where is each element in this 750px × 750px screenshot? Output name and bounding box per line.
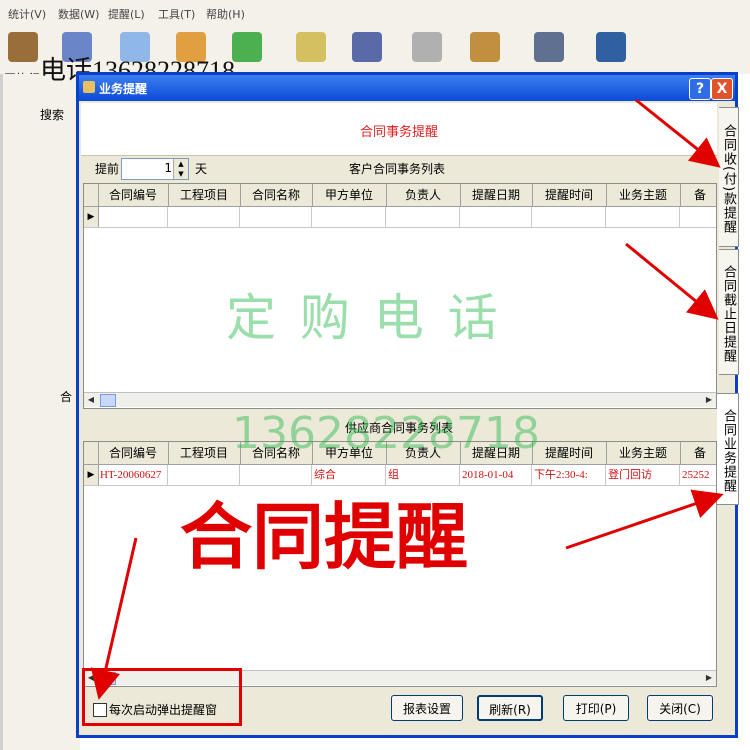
menu-item-remind[interactable]: 提醒(L): [108, 6, 145, 22]
col-header[interactable]: 业务主题: [606, 184, 681, 206]
col-header[interactable]: 负责人: [386, 184, 461, 206]
header-area: 合同事务提醒: [81, 103, 717, 156]
table-cell[interactable]: [312, 207, 386, 227]
watermark-phone: 13628228718: [232, 408, 540, 459]
print-button[interactable]: 打印(P): [563, 695, 629, 721]
bg-label-search: 搜索: [40, 108, 65, 122]
annotation-highlight-box: [82, 668, 242, 726]
tab-business-reminder[interactable]: 合同业务提醒: [717, 393, 739, 505]
settings-icon[interactable]: [470, 32, 500, 62]
col-header[interactable]: 合同名称: [240, 184, 313, 206]
bg-label-contract: 合: [60, 390, 73, 404]
menu-item-data[interactable]: 数据(W): [58, 6, 99, 22]
menu-item-tools[interactable]: 工具(T): [158, 6, 195, 22]
user-icon[interactable]: [8, 32, 38, 62]
remind-date-cell[interactable]: 2018-01-04: [460, 465, 532, 485]
table-cell[interactable]: [386, 207, 460, 227]
report-settings-button[interactable]: 报表设置: [391, 695, 463, 721]
customer-grid-header: 合同编号 工程项目 合同名称 甲方单位 负责人 提醒日期 提醒时间 业务主题 备: [84, 184, 716, 207]
table-cell[interactable]: [532, 207, 606, 227]
dialog-app-icon: [83, 81, 95, 93]
business-reminder-dialog: 业务提醒 ? X 合同事务提醒 提前 1 ▲ ▼ 天 客户合同事务列表 合同编号 …: [76, 72, 739, 738]
refresh-button[interactable]: 刷新(R): [477, 695, 543, 721]
scroll-thumb[interactable]: [100, 394, 116, 407]
help-button[interactable]: ?: [689, 78, 711, 100]
stepper-arrows-icon[interactable]: ▲ ▼: [173, 159, 188, 179]
edit-icon[interactable]: [412, 32, 442, 62]
menu-bar: 统计(V) 数据(W) 提醒(L) 工具(T) 帮助(H): [0, 0, 750, 27]
app-left-border: [0, 74, 3, 750]
remind-time-cell[interactable]: 下午2:30-4:: [532, 465, 606, 485]
app-sidebar: [0, 74, 80, 750]
menu-item-stats[interactable]: 统计(V): [8, 6, 46, 22]
customer-section-title: 客户合同事务列表: [349, 162, 446, 176]
col-header[interactable]: 合同编号: [98, 442, 169, 464]
col-header[interactable]: 提醒时间: [532, 184, 607, 206]
contract-number-cell[interactable]: HT-20060627: [98, 465, 168, 485]
close-button[interactable]: 关闭(C): [647, 695, 713, 721]
notes-icon[interactable]: [296, 32, 326, 62]
scroll-left-icon[interactable]: ◀: [84, 393, 98, 407]
table-row[interactable]: ▶: [84, 207, 716, 228]
col-header[interactable]: 业务主题: [606, 442, 681, 464]
header-corner: [84, 442, 99, 464]
col-header[interactable]: 备: [680, 184, 716, 206]
subject-cell[interactable]: 登门回访: [606, 465, 680, 485]
days-stepper[interactable]: 1 ▲ ▼: [121, 158, 189, 180]
tab-deadline-reminder[interactable]: 合同截止日提醒: [719, 249, 739, 375]
col-header[interactable]: 提醒时间: [532, 442, 607, 464]
customer-hscrollbar[interactable]: ◀ ▶: [84, 392, 716, 407]
exit-icon[interactable]: [596, 32, 626, 62]
close-window-button[interactable]: X: [711, 78, 733, 100]
note-cell[interactable]: 25252: [680, 465, 716, 485]
col-header[interactable]: 合同编号: [98, 184, 169, 206]
dialog-title: 业务提醒: [99, 82, 148, 96]
days-value[interactable]: 1: [164, 161, 172, 175]
main-title: 合同事务提醒: [359, 125, 438, 140]
menu-item-help[interactable]: 帮助(H): [206, 6, 245, 22]
table-cell[interactable]: [460, 207, 532, 227]
col-header[interactable]: 甲方单位: [312, 184, 387, 206]
col-header[interactable]: 提醒日期: [460, 184, 533, 206]
table-cell[interactable]: [98, 207, 168, 227]
days-row: 提前 1 ▲ ▼ 天 客户合同事务列表: [81, 155, 717, 181]
scroll-right-icon[interactable]: ▶: [702, 393, 716, 407]
row-pointer-icon: ▶: [84, 465, 99, 485]
header-corner: [84, 184, 99, 206]
scroll-right-icon[interactable]: ▶: [702, 671, 716, 685]
table-cell[interactable]: [168, 207, 240, 227]
watermark-order-text: 定 购 电 话: [226, 289, 502, 347]
table-cell[interactable]: [606, 207, 680, 227]
row-pointer-icon: ▶: [84, 207, 99, 227]
dialog-titlebar[interactable]: 业务提醒 ? X: [79, 75, 735, 101]
col-header[interactable]: 工程项目: [168, 442, 241, 464]
tab-payment-reminder[interactable]: 合同收(付)款提醒: [719, 107, 739, 247]
table-icon[interactable]: [232, 32, 262, 62]
col-header[interactable]: 备: [680, 442, 716, 464]
days-prefix-label: 提前: [95, 162, 120, 176]
col-header[interactable]: 工程项目: [168, 184, 241, 206]
document-icon[interactable]: [534, 32, 564, 62]
table-cell[interactable]: [240, 207, 312, 227]
calendar-icon[interactable]: [352, 32, 382, 62]
annotation-big-text: 合同提醒: [180, 495, 469, 579]
days-suffix-label: 天: [195, 162, 208, 176]
